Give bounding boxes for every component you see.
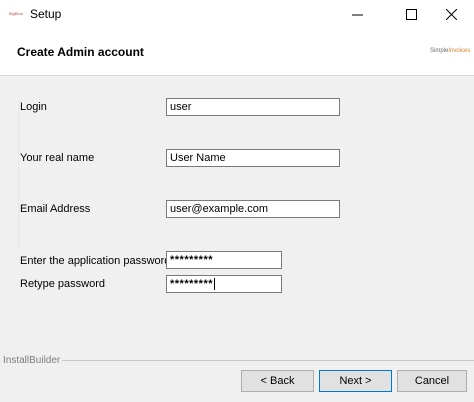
close-icon	[445, 9, 457, 20]
real-name-field[interactable]	[166, 149, 340, 167]
minimize-icon	[351, 14, 363, 16]
password-field[interactable]: *********	[166, 251, 282, 269]
password-label: Enter the application password	[20, 255, 171, 267]
maximize-icon	[405, 9, 417, 20]
retype-password-label: Retype password	[20, 278, 105, 290]
cancel-button[interactable]: Cancel	[397, 370, 467, 392]
email-label: Email Address	[20, 203, 91, 215]
back-button[interactable]: < Back	[241, 370, 314, 392]
panel-divider	[18, 100, 19, 250]
retype-password-mask: *********	[170, 278, 214, 290]
next-button[interactable]: Next >	[319, 370, 392, 392]
password-mask: *********	[170, 254, 214, 266]
login-label: Login	[20, 101, 47, 113]
brand-logo: SimpleInvoices	[430, 48, 470, 54]
login-field[interactable]	[166, 98, 340, 116]
email-field[interactable]	[166, 200, 340, 218]
retype-password-field[interactable]: *********	[166, 275, 282, 293]
page-title: Create Admin account	[17, 45, 144, 59]
real-name-label: Your real name	[20, 152, 95, 164]
minimize-button[interactable]	[334, 0, 380, 29]
close-button[interactable]	[428, 0, 474, 29]
app-icon: BigBlueBu	[9, 11, 23, 16]
brand-prefix: Simple	[430, 48, 449, 54]
installer-label: InstallBuilder	[3, 355, 61, 366]
content-panel	[0, 76, 474, 402]
window-title: Setup	[30, 7, 62, 21]
text-caret	[214, 278, 216, 291]
page-header: Create Admin account SimpleInvoices	[0, 29, 474, 76]
brand-suffix: Invoices	[448, 48, 471, 54]
title-bar: BigBlueBu Setup	[0, 0, 474, 29]
footer-divider	[62, 360, 474, 361]
